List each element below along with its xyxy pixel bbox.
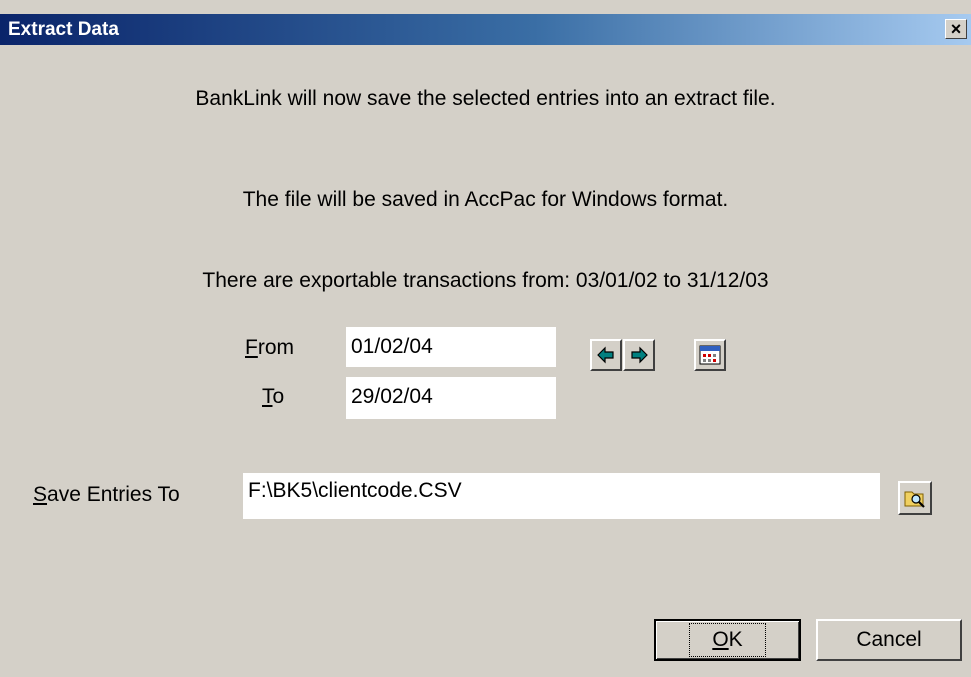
ok-button-label: OK [689, 623, 766, 657]
to-date-input[interactable]: 29/02/04 [346, 377, 556, 419]
ok-button[interactable]: OK [654, 619, 801, 661]
save-path-input[interactable]: F:\BK5\clientcode.CSV [243, 473, 880, 519]
calendar-icon [699, 345, 721, 365]
next-period-arrow-icon [631, 346, 648, 364]
title-bar[interactable]: Extract Data × [0, 14, 971, 45]
save-entries-label: Save Entries To [33, 483, 180, 506]
from-label: From [245, 336, 294, 359]
next-period-button[interactable] [623, 339, 655, 371]
info-line-2: The file will be saved in AccPac for Win… [242, 188, 729, 211]
close-icon: × [950, 18, 962, 39]
prev-period-arrow-icon [597, 346, 614, 364]
close-button[interactable]: × [945, 19, 967, 39]
previous-period-button[interactable] [590, 339, 622, 371]
browse-button[interactable] [898, 481, 932, 515]
exportable-range-text: There are exportable transactions from: … [202, 269, 769, 292]
browse-folder-icon [904, 491, 925, 508]
extract-data-dialog: Extract Data × BankLink will now save th… [0, 0, 971, 677]
from-date-input[interactable]: 01/02/04 [346, 327, 556, 367]
cancel-button[interactable]: Cancel [816, 619, 962, 661]
calendar-button[interactable] [694, 339, 726, 371]
info-line-1: BankLink will now save the selected entr… [195, 87, 776, 110]
window-title: Extract Data [8, 19, 119, 40]
to-label: To [262, 385, 285, 408]
